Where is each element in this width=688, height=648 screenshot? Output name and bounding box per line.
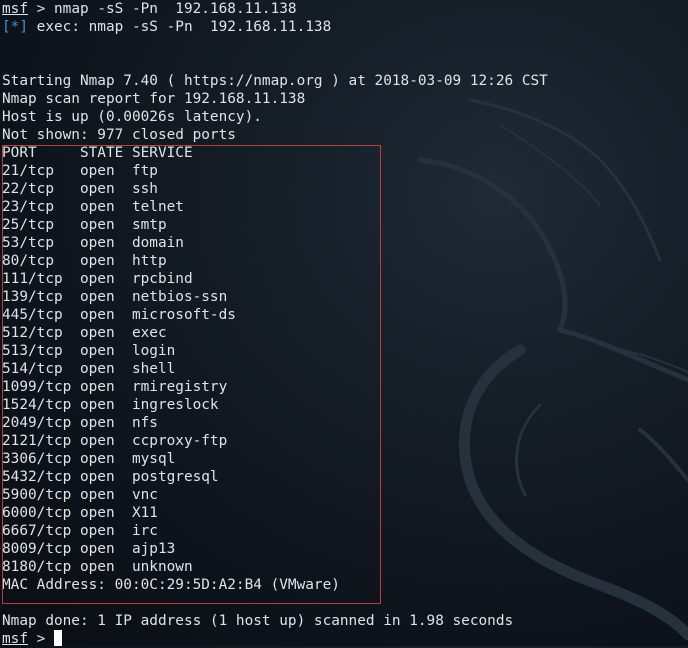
block-cursor-icon <box>54 630 62 646</box>
exec-line: [*] exec: nmap -sS -Pn 192.168.11.138 <box>2 18 686 36</box>
exec-tag: [*] <box>2 19 28 35</box>
scan-report-line: Nmap scan report for 192.168.11.138 <box>2 91 306 107</box>
port-list-highlight-box <box>2 145 381 604</box>
not-shown-line: Not shown: 977 closed ports <box>2 127 236 143</box>
nmap-done-line: Nmap done: 1 IP address (1 host up) scan… <box>2 613 514 629</box>
command-line: msf > nmap -sS -Pn 192.168.11.138 <box>2 0 686 18</box>
host-up-line: Host is up (0.00026s latency). <box>2 109 262 125</box>
prompt-suffix: > <box>28 1 54 17</box>
prompt-name: msf <box>2 1 28 17</box>
final-prompt-line[interactable]: msf > <box>2 630 686 648</box>
command-text: nmap -sS -Pn 192.168.11.138 <box>54 1 297 17</box>
prompt-name: msf <box>2 631 28 647</box>
prompt-suffix: > <box>28 631 54 647</box>
nmap-start-line: Starting Nmap 7.40 ( https://nmap.org ) … <box>2 73 548 89</box>
exec-text: exec: nmap -sS -Pn 192.168.11.138 <box>28 19 332 35</box>
terminal-window[interactable]: { "session": { "prompt_name": "msf", "pr… <box>0 0 688 648</box>
